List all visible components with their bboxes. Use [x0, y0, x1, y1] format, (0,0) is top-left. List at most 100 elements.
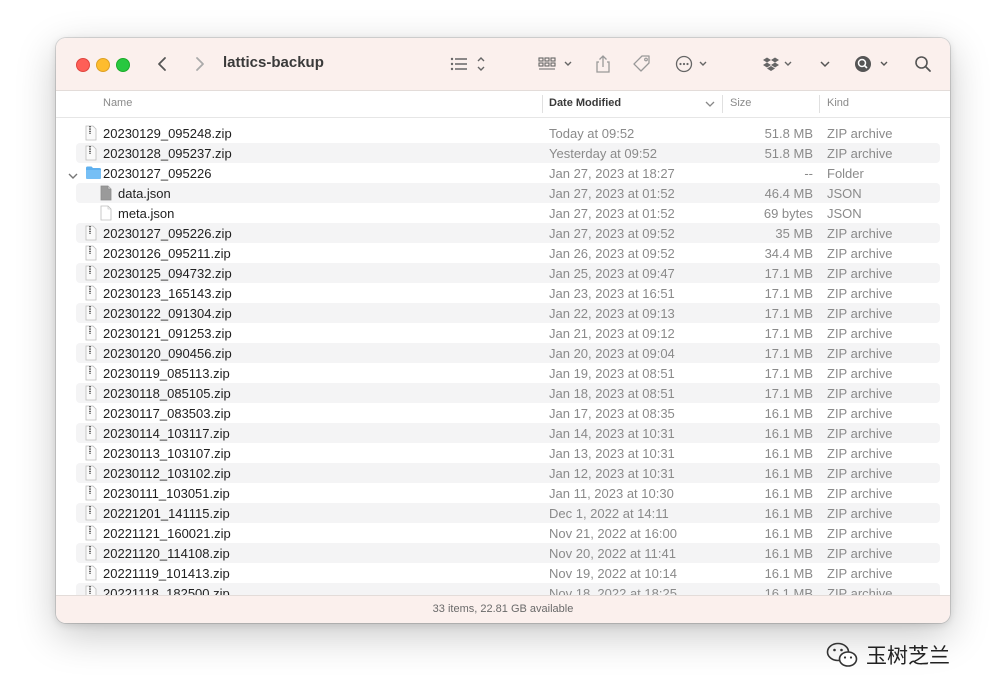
file-row[interactable]: 20230117_083503.zip Jan 17, 2023 at 08:35…: [76, 403, 940, 423]
file-size: 16.1 MB: [764, 406, 813, 421]
dropbox-icon: [763, 57, 792, 71]
file-name: 20230117_083503.zip: [103, 406, 231, 421]
file-row[interactable]: 20221119_101413.zip Nov 19, 2022 at 10:14…: [76, 563, 940, 583]
column-size-header[interactable]: Size: [730, 97, 751, 109]
zip-file-icon: [85, 245, 97, 264]
file-size: 16.1 MB: [764, 526, 813, 541]
file-row[interactable]: 20221120_114108.zip Nov 20, 2022 at 11:41…: [76, 543, 940, 563]
share-button[interactable]: [592, 52, 614, 76]
column-kind-header[interactable]: Kind: [827, 97, 849, 109]
file-row[interactable]: 20230128_095237.zip Yesterday at 09:52 51.…: [76, 143, 940, 163]
file-row[interactable]: 20230111_103051.zip Jan 11, 2023 at 10:30…: [76, 483, 940, 503]
file-date-modified: Jan 11, 2023 at 10:30: [549, 486, 674, 501]
zip-file-icon: [85, 485, 97, 504]
file-name: 20221120_114108.zip: [103, 546, 230, 561]
file-row[interactable]: 20230113_103107.zip Jan 13, 2023 at 10:31…: [76, 443, 940, 463]
group-button[interactable]: [536, 52, 576, 76]
chevron-right-icon: [196, 57, 204, 71]
file-row[interactable]: 20230120_090456.zip Jan 20, 2023 at 09:04…: [76, 343, 940, 363]
column-divider[interactable]: [542, 95, 543, 113]
file-kind: ZIP archive: [827, 546, 893, 561]
file-row[interactable]: 20230122_091304.zip Jan 22, 2023 at 09:13…: [76, 303, 940, 323]
file-row[interactable]: 20230121_091253.zip Jan 21, 2023 at 09:12…: [76, 323, 940, 343]
file-size: 17.1 MB: [764, 346, 813, 361]
disclosure-triangle-icon[interactable]: [68, 168, 78, 183]
zip-file-icon: [85, 345, 97, 364]
file-kind: ZIP archive: [827, 486, 893, 501]
zip-file-icon: [85, 525, 97, 544]
zip-file-icon: [85, 465, 97, 484]
file-kind: ZIP archive: [827, 506, 893, 521]
more-toolbar-button[interactable]: [816, 52, 834, 76]
file-row[interactable]: 20230127_095226.zip Jan 27, 2023 at 09:52…: [76, 223, 940, 243]
file-kind: Folder: [827, 166, 864, 181]
file-kind: ZIP archive: [827, 566, 893, 581]
file-row[interactable]: meta.json Jan 27, 2023 at 01:52 69 bytes JS…: [76, 203, 940, 223]
file-size: 17.1 MB: [764, 326, 813, 341]
close-window-button[interactable]: [76, 58, 90, 72]
file-size: 16.1 MB: [764, 446, 813, 461]
zip-file-icon: [85, 285, 97, 304]
zip-file-icon: [85, 265, 97, 284]
file-date-modified: Nov 19, 2022 at 10:14: [549, 566, 677, 581]
file-name: 20221119_101413.zip: [103, 566, 230, 581]
column-date-header[interactable]: Date Modified: [549, 97, 621, 109]
zip-file-icon: [85, 145, 97, 164]
search-button[interactable]: [912, 52, 934, 76]
tag-icon: [633, 55, 650, 72]
file-size: 69 bytes: [763, 206, 813, 221]
file-size: 16.1 MB: [764, 546, 813, 561]
folder-row[interactable]: 20230127_095226 Jan 27, 2023 at 18:27 -- Fo…: [68, 163, 940, 183]
column-divider[interactable]: [819, 95, 820, 113]
file-row[interactable]: 20230125_094732.zip Jan 25, 2023 at 09:47…: [76, 263, 940, 283]
dropbox-button[interactable]: [760, 52, 796, 76]
view-options-button[interactable]: [448, 52, 488, 76]
file-row[interactable]: 20230123_165143.zip Jan 23, 2023 at 16:51…: [76, 283, 940, 303]
file-row[interactable]: data.json Jan 27, 2023 at 01:52 46.4 MB JSO…: [76, 183, 940, 203]
file-date-modified: Jan 21, 2023 at 09:12: [549, 326, 675, 341]
file-size: 46.4 MB: [764, 186, 813, 201]
file-date-modified: Jan 23, 2023 at 16:51: [549, 286, 675, 301]
file-name: 20221201_141115.zip: [103, 506, 230, 521]
file-row[interactable]: 20230118_085105.zip Jan 18, 2023 at 08:51…: [76, 383, 940, 403]
wechat-icon: [826, 642, 858, 667]
file-date-modified: Jan 17, 2023 at 08:35: [549, 406, 675, 421]
group-icon: [538, 57, 572, 70]
tag-button[interactable]: [630, 52, 654, 76]
file-row[interactable]: 20230129_095248.zip Today at 09:52 51.8 MB…: [76, 123, 940, 143]
forward-button[interactable]: [190, 52, 210, 76]
zip-file-icon: [85, 225, 97, 244]
file-name: 20230127_095226: [103, 166, 212, 181]
column-name-header[interactable]: Name: [103, 97, 132, 109]
minimize-window-button[interactable]: [96, 58, 110, 72]
action-button[interactable]: [674, 52, 712, 76]
back-button[interactable]: [152, 52, 172, 76]
file-row[interactable]: 20230119_085113.zip Jan 19, 2023 at 08:51…: [76, 363, 940, 383]
file-name: 20230120_090456.zip: [103, 346, 232, 361]
file-row[interactable]: 20230112_103102.zip Jan 12, 2023 at 10:31…: [76, 463, 940, 483]
file-size: --: [804, 166, 813, 181]
zip-file-icon: [85, 545, 97, 564]
zip-file-icon: [85, 325, 97, 344]
file-row[interactable]: 20221121_160021.zip Nov 21, 2022 at 16:00…: [76, 523, 940, 543]
window-title: lattics-backup: [223, 54, 324, 71]
column-divider[interactable]: [722, 95, 723, 113]
file-size: 51.8 MB: [764, 146, 813, 161]
zoom-window-button[interactable]: [116, 58, 130, 72]
status-bar: 33 items, 22.81 GB available: [56, 595, 950, 623]
share-icon: [596, 55, 610, 73]
quick-look-button[interactable]: [852, 52, 894, 76]
file-name: 20230111_103051.zip: [103, 486, 230, 501]
json-file-icon: [100, 185, 112, 204]
file-size: 16.1 MB: [764, 466, 813, 481]
zip-file-icon: [85, 425, 97, 444]
file-kind: ZIP archive: [827, 246, 893, 261]
file-row[interactable]: 20230114_103117.zip Jan 14, 2023 at 10:31…: [76, 423, 940, 443]
file-kind: ZIP archive: [827, 406, 893, 421]
column-header: Name Date Modified Size Kind: [56, 91, 950, 118]
file-date-modified: Today at 09:52: [549, 126, 635, 141]
file-row[interactable]: 20221201_141115.zip Dec 1, 2022 at 14:11 1…: [76, 503, 940, 523]
file-date-modified: Jan 27, 2023 at 01:52: [549, 206, 675, 221]
file-name: 20230126_095211.zip: [103, 246, 231, 261]
file-row[interactable]: 20230126_095211.zip Jan 26, 2023 at 09:52…: [76, 243, 940, 263]
